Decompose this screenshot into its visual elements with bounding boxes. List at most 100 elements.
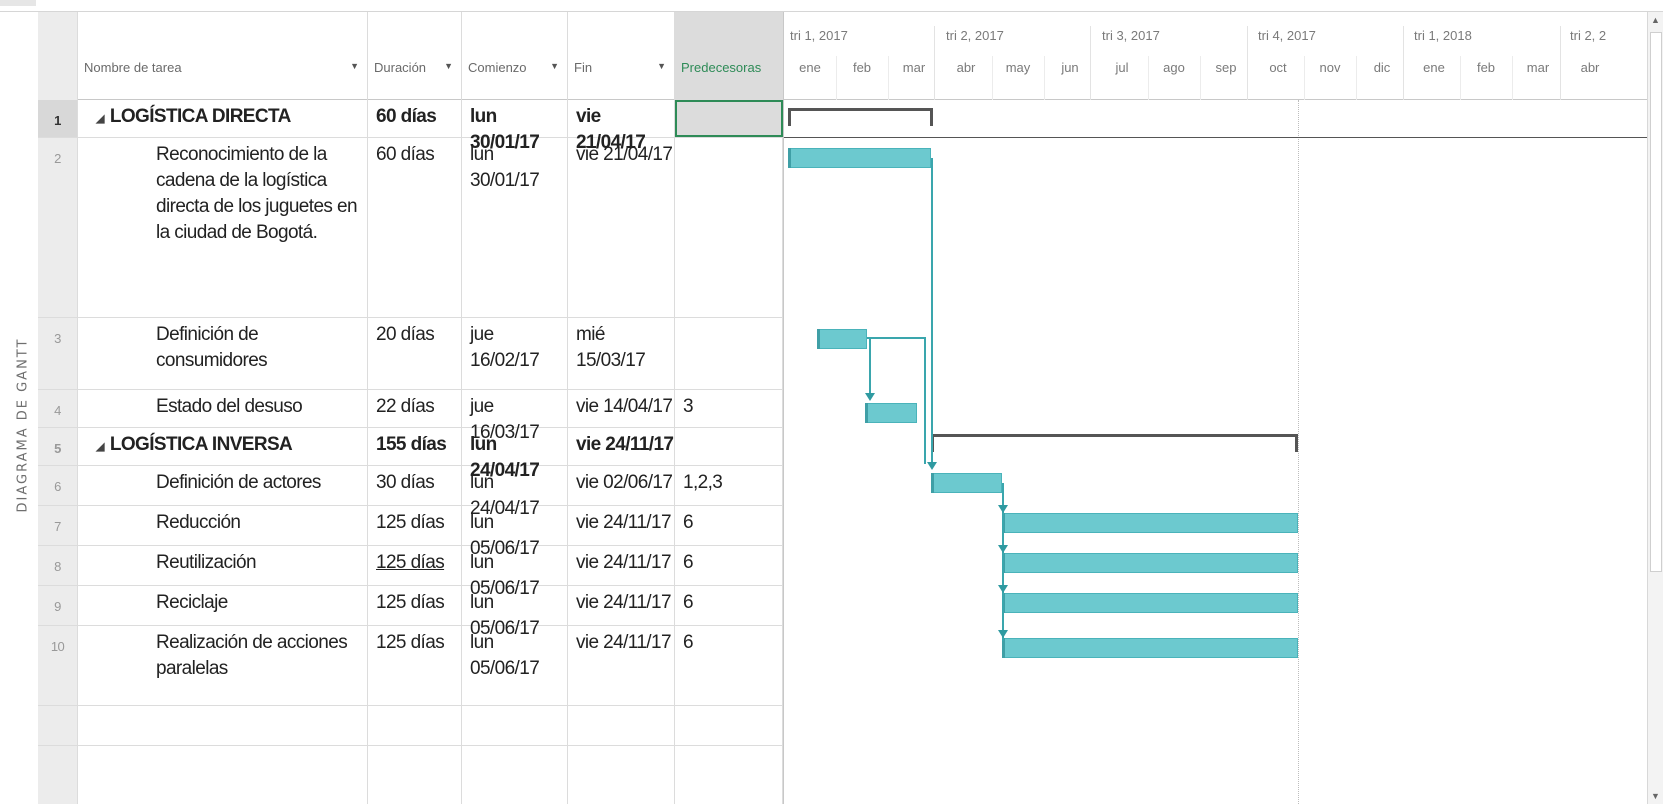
task-name-cell[interactable]: Reciclaje <box>78 586 368 625</box>
finish-cell[interactable]: vie 24/11/17 <box>568 506 675 545</box>
task-name-cell[interactable]: Reutilización <box>78 546 368 585</box>
chevron-down-icon[interactable]: ▼ <box>657 61 666 71</box>
task-bar-reconocimiento[interactable] <box>788 148 931 168</box>
table-row[interactable]: 4 Estado del desuso 22 días jue 16/03/17… <box>38 390 783 443</box>
collapse-triangle-icon[interactable]: ◢ <box>96 113 104 125</box>
task-name-cell[interactable]: Definición de consumidores <box>78 318 368 389</box>
duration-cell[interactable]: 125 días <box>368 586 462 625</box>
scrollbar-thumb[interactable] <box>1650 32 1662 572</box>
row-id[interactable]: 2 <box>38 138 78 317</box>
task-name-cell[interactable]: Estado del desuso <box>78 390 368 427</box>
start-cell[interactable]: lun 05/06/17 <box>462 626 568 705</box>
task-bar-reciclaje[interactable] <box>1002 593 1298 613</box>
start-cell[interactable]: lun 30/01/17 <box>462 138 568 317</box>
empty-row[interactable] <box>38 706 783 746</box>
empty-cell[interactable] <box>368 706 462 745</box>
vertical-scrollbar[interactable]: ▲ ▼ <box>1647 12 1663 804</box>
row-id[interactable] <box>38 706 78 745</box>
start-cell[interactable]: lun 24/04/17 <box>462 428 568 481</box>
row-id[interactable]: 1 <box>38 100 78 137</box>
row-id[interactable]: 6 <box>38 466 78 505</box>
row-id[interactable]: 9 <box>38 586 78 625</box>
row-id[interactable]: 7 <box>38 506 78 545</box>
table-row[interactable]: 10 Realización de acciones paralelas 125… <box>38 626 783 706</box>
table-row[interactable]: 9 Reciclaje 125 días lun 05/06/17 vie 24… <box>38 586 783 639</box>
table-row[interactable]: 3 Definición de consumidores 20 días jue… <box>38 318 783 390</box>
task-name-cell[interactable]: Reducción <box>78 506 368 545</box>
column-header-predecessors[interactable]: Predecesoras <box>675 12 783 100</box>
table-row[interactable]: 5 ◢ LOGÍSTICA INVERSA 155 días lun 24/04/… <box>38 428 783 481</box>
row-id[interactable]: 4 <box>38 390 78 427</box>
select-all-corner[interactable] <box>38 12 78 100</box>
empty-cell[interactable] <box>675 706 783 745</box>
column-header-finish[interactable]: Fin ▼ <box>568 12 675 100</box>
finish-cell[interactable]: vie 21/04/17 <box>568 138 675 317</box>
empty-cell[interactable] <box>78 746 368 804</box>
start-cell[interactable]: lun 30/01/17 <box>462 100 568 153</box>
chevron-down-icon[interactable]: ▼ <box>444 61 453 71</box>
duration-cell[interactable]: 125 días <box>368 506 462 545</box>
task-name-cell[interactable]: ◢ LOGÍSTICA DIRECTA <box>78 100 368 137</box>
row-id[interactable] <box>38 746 78 804</box>
table-row[interactable]: 1 ◢ LOGÍSTICA DIRECTA 60 días lun 30/01/1… <box>38 100 783 153</box>
row-id[interactable]: 5 <box>38 428 78 465</box>
empty-cell[interactable] <box>568 746 675 804</box>
finish-cell[interactable]: vie 02/06/17 <box>568 466 675 505</box>
empty-cell[interactable] <box>462 746 568 804</box>
row-id[interactable]: 10 <box>38 626 78 705</box>
finish-cell[interactable]: vie 21/04/17 <box>568 100 675 153</box>
task-name-cell[interactable]: Realización de acciones paralelas <box>78 626 368 705</box>
duration-cell[interactable]: 125 días <box>368 546 462 585</box>
task-bar-reutilizacion[interactable] <box>1002 553 1298 573</box>
duration-cell[interactable]: 60 días <box>368 100 462 137</box>
empty-cell[interactable] <box>368 746 462 804</box>
table-row[interactable]: 2 Reconocimiento de la cadena de la logí… <box>38 138 783 318</box>
scroll-down-icon[interactable]: ▼ <box>1651 791 1660 801</box>
table-row[interactable]: 6 Definición de actores 30 días lun 24/0… <box>38 466 783 519</box>
start-cell[interactable]: lun 05/06/17 <box>462 506 568 559</box>
finish-cell[interactable]: vie 24/11/17 <box>568 428 675 465</box>
scroll-up-icon[interactable]: ▲ <box>1651 15 1660 25</box>
start-cell[interactable]: lun 24/04/17 <box>462 466 568 519</box>
predecessors-cell[interactable]: 6 <box>675 546 783 585</box>
task-bar-realizacion-acciones[interactable] <box>1002 638 1298 658</box>
empty-row[interactable] <box>38 746 783 804</box>
duration-cell[interactable]: 60 días <box>368 138 462 317</box>
predecessors-cell[interactable]: 3 <box>675 390 783 427</box>
finish-cell[interactable]: mié 15/03/17 <box>568 318 675 389</box>
predecessors-cell[interactable] <box>675 100 783 137</box>
summary-bar-logistica-inversa[interactable] <box>931 434 1298 452</box>
duration-cell[interactable]: 22 días <box>368 390 462 427</box>
duration-cell[interactable]: 125 días <box>368 626 462 705</box>
predecessors-cell[interactable] <box>675 138 783 317</box>
predecessors-cell[interactable]: 6 <box>675 586 783 625</box>
predecessors-cell[interactable]: 1,2,3 <box>675 466 783 505</box>
task-bar-estado-desuso[interactable] <box>865 403 917 423</box>
predecessors-cell[interactable]: 6 <box>675 626 783 705</box>
finish-cell[interactable]: vie 24/11/17 <box>568 626 675 705</box>
empty-cell[interactable] <box>462 706 568 745</box>
column-header-start[interactable]: Comienzo ▼ <box>462 12 568 100</box>
empty-cell[interactable] <box>78 706 368 745</box>
task-bar-definicion-actores[interactable] <box>931 473 1002 493</box>
start-cell[interactable]: lun 05/06/17 <box>462 546 568 599</box>
task-bar-reduccion[interactable] <box>1002 513 1298 533</box>
summary-bar-logistica-directa[interactable] <box>788 108 933 126</box>
table-row[interactable]: 7 Reducción 125 días lun 05/06/17 vie 24… <box>38 506 783 559</box>
start-cell[interactable]: jue 16/03/17 <box>462 390 568 443</box>
duration-cell[interactable]: 155 días <box>368 428 462 465</box>
row-id[interactable]: 3 <box>38 318 78 389</box>
empty-cell[interactable] <box>675 746 783 804</box>
task-bar-definicion-consumidores[interactable] <box>817 329 867 349</box>
predecessors-cell[interactable]: 6 <box>675 506 783 545</box>
start-cell[interactable]: lun 05/06/17 <box>462 586 568 639</box>
collapse-triangle-icon[interactable]: ◢ <box>96 441 104 453</box>
task-name-cell[interactable]: ◢ LOGÍSTICA INVERSA <box>78 428 368 465</box>
finish-cell[interactable]: vie 24/11/17 <box>568 546 675 585</box>
finish-cell[interactable]: vie 24/11/17 <box>568 586 675 625</box>
table-row[interactable]: 8 Reutilización 125 días lun 05/06/17 vi… <box>38 546 783 599</box>
finish-cell[interactable]: vie 14/04/17 <box>568 390 675 427</box>
duration-cell[interactable]: 30 días <box>368 466 462 505</box>
column-header-name[interactable]: Nombre de tarea ▼ <box>78 12 368 100</box>
row-id[interactable]: 8 <box>38 546 78 585</box>
